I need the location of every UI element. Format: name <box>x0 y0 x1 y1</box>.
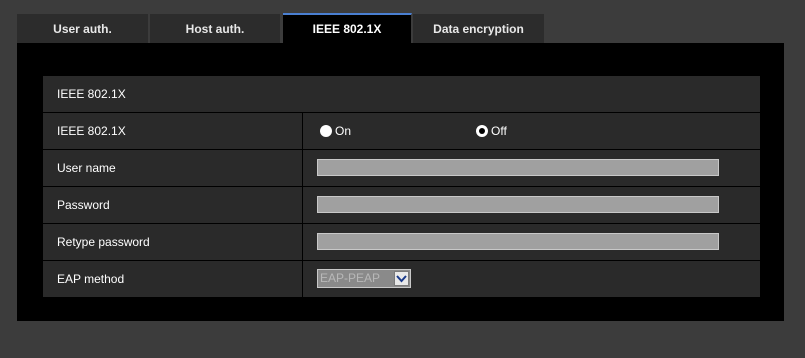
ieee-off-option[interactable]: Off <box>476 124 507 138</box>
retype-password-label: Retype password <box>43 224 302 260</box>
ieee-off-label: Off <box>491 124 507 138</box>
retype-password-input[interactable] <box>317 233 719 250</box>
eap-method-value: EAP-PEAP <box>303 261 760 297</box>
ieee-on-label: On <box>335 124 352 138</box>
settings-panel: IEEE 802.1X IEEE 802.1X On Off User name <box>17 43 784 321</box>
username-row: User name <box>43 150 760 186</box>
ieee-label: IEEE 802.1X <box>43 113 302 149</box>
tab-data-encryption[interactable]: Data encryption <box>413 14 545 44</box>
tab-ieee-8021x[interactable]: IEEE 802.1X <box>283 13 412 44</box>
password-label: Password <box>43 187 302 223</box>
ieee-on-radio[interactable] <box>320 125 332 137</box>
eap-method-select[interactable]: EAP-PEAP <box>317 269 411 288</box>
retype-password-row: Retype password <box>43 224 760 260</box>
ieee-on-option[interactable]: On <box>320 124 351 138</box>
ieee-row: IEEE 802.1X On Off <box>43 113 760 149</box>
username-value <box>303 150 760 186</box>
eap-method-label: EAP method <box>43 261 302 297</box>
ieee-value: On Off <box>303 113 760 149</box>
password-value <box>303 187 760 223</box>
password-input[interactable] <box>317 196 719 213</box>
eap-method-row: EAP method EAP-PEAP <box>43 261 760 297</box>
password-row: Password <box>43 187 760 223</box>
tab-host-auth[interactable]: Host auth. <box>150 14 281 44</box>
tab-user-auth[interactable]: User auth. <box>17 14 149 44</box>
username-input[interactable] <box>317 159 719 176</box>
username-label: User name <box>43 150 302 186</box>
eap-method-selected: EAP-PEAP <box>320 271 381 285</box>
retype-password-value <box>303 224 760 260</box>
section-header: IEEE 802.1X <box>43 76 760 112</box>
ieee-off-radio[interactable] <box>476 125 488 137</box>
settings-table: IEEE 802.1X IEEE 802.1X On Off User name <box>43 76 760 298</box>
chevron-down-icon[interactable] <box>394 271 409 286</box>
section-header-row: IEEE 802.1X <box>43 76 760 112</box>
